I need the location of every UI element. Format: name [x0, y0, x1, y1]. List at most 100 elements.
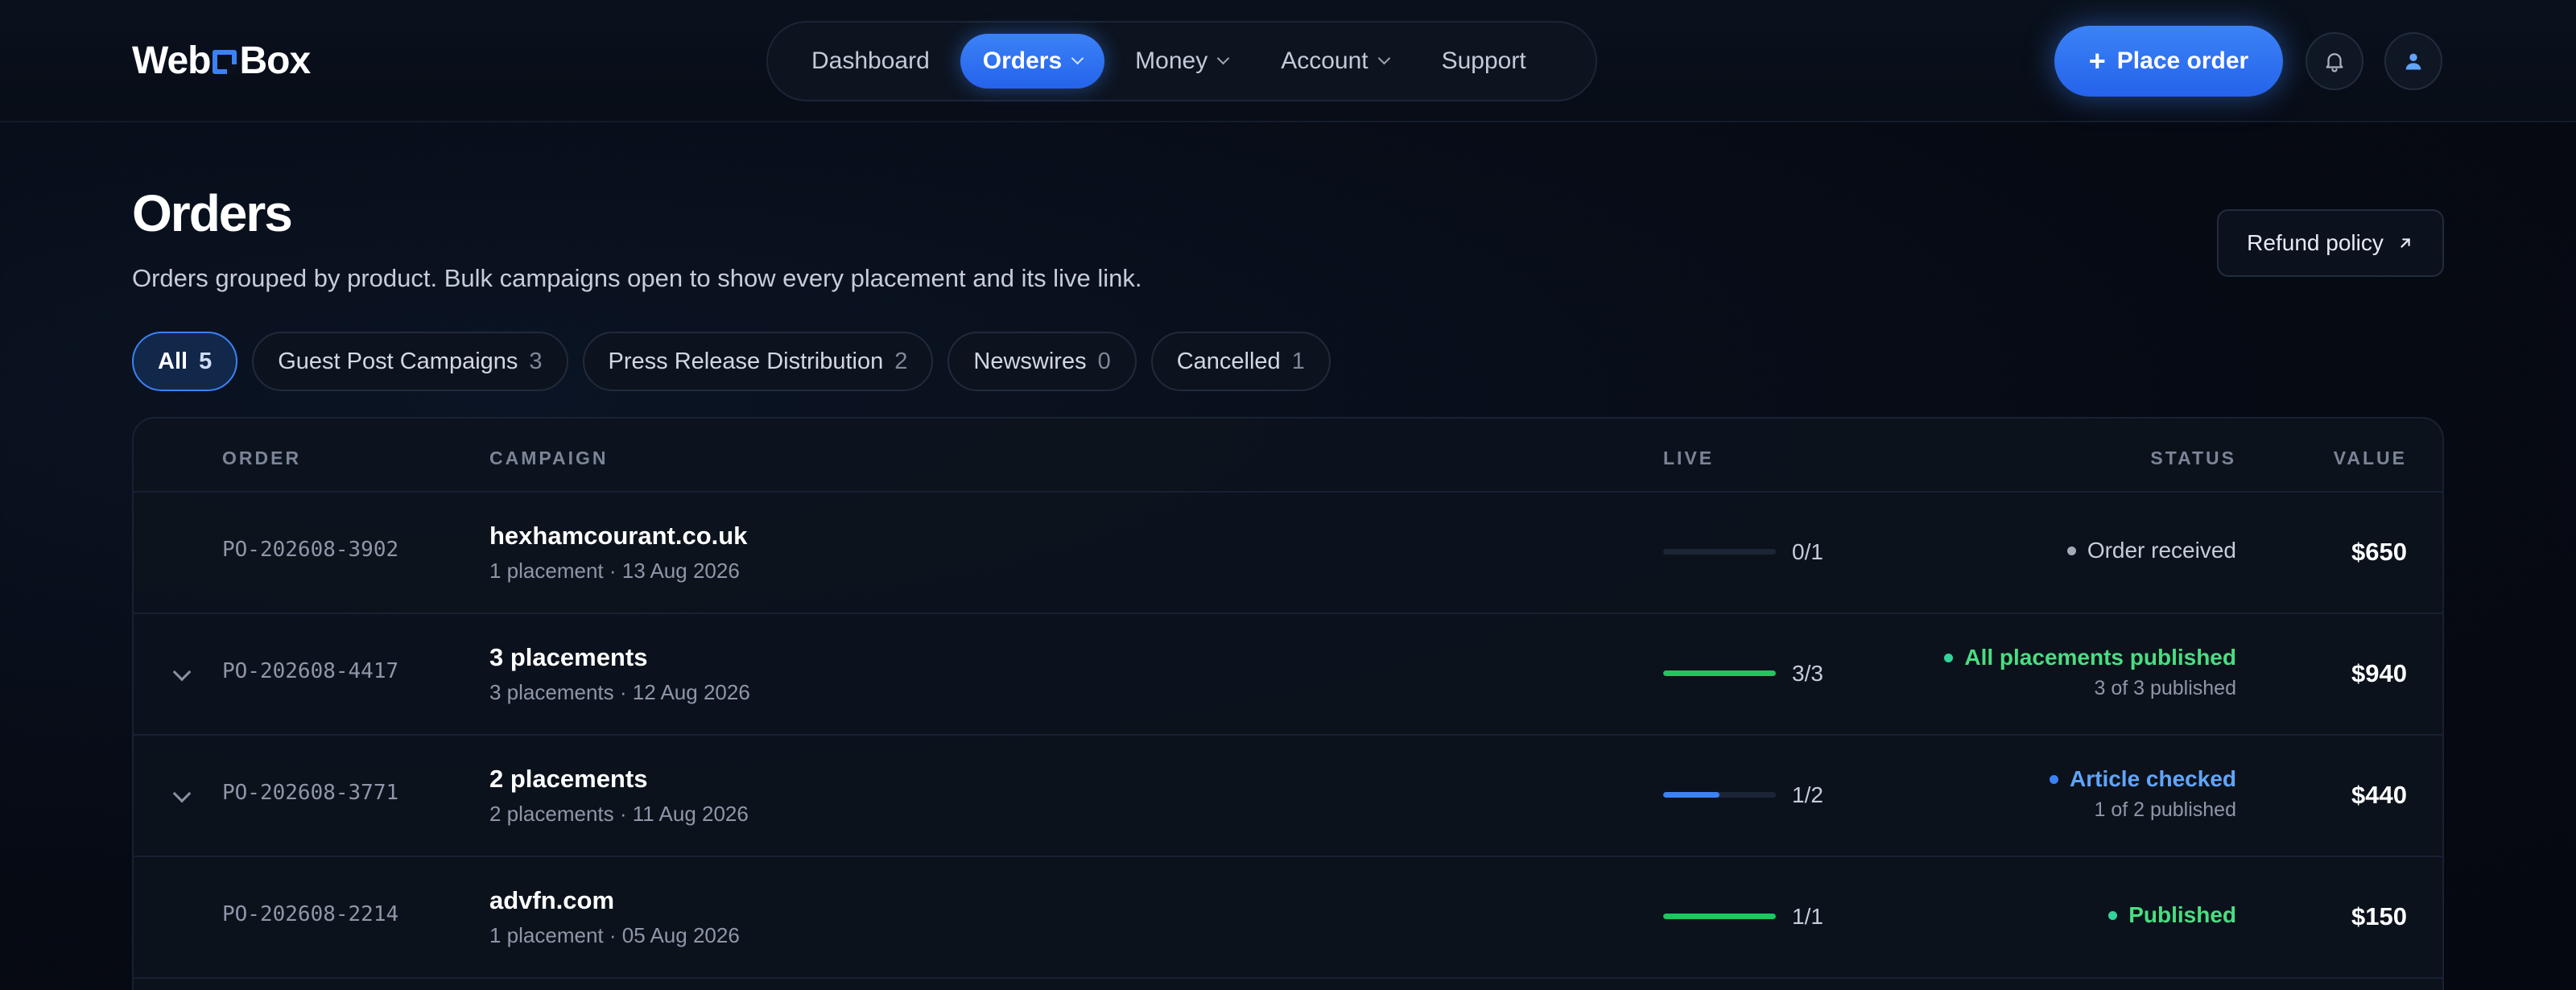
filter-newswires[interactable]: Newswires 0: [947, 332, 1137, 391]
order-id: PO-202608-3771: [222, 781, 399, 805]
status-dot-icon: [2108, 910, 2118, 920]
orders-table: ORDER CAMPAIGN LIVE STATUS VALUE PO-2026…: [132, 417, 2444, 990]
table-row[interactable]: PO-202608-3771 2 placements 2 placements ·…: [134, 736, 2442, 857]
filter-cancelled[interactable]: Cancelled 1: [1150, 332, 1331, 391]
filter-count: 0: [1097, 348, 1111, 374]
user-icon: [2405, 53, 2421, 70]
campaign-subtitle: 1 placement · 05 Aug 2026: [489, 923, 740, 947]
chevron-down-icon: [1377, 52, 1390, 64]
live-progress-fill: [1663, 670, 1776, 676]
status-dot-icon: [2050, 774, 2058, 784]
main-nav: Dashboard Orders Money Account Support: [766, 21, 1597, 101]
status-detail: 1 of 2 published: [2094, 798, 2236, 821]
campaign-title[interactable]: advfn.com: [489, 886, 614, 915]
nav-account[interactable]: Account: [1258, 34, 1410, 89]
page-title: Orders: [132, 184, 293, 242]
order-id: PO-202608-2214: [222, 902, 399, 926]
status-cell: Article checked 1 of 2 published: [2050, 766, 2236, 822]
status-dot-icon: [1944, 653, 1954, 662]
live-count: 0/1: [1792, 539, 1823, 564]
column-header-order: ORDER: [222, 448, 302, 468]
chevron-down-icon[interactable]: [172, 662, 192, 682]
table-row[interactable]: PO-202608-2214 advfn.com 1 placement · 05 …: [134, 857, 2442, 979]
order-value: $650: [2351, 538, 2407, 566]
refund-policy-label: Refund policy: [2247, 230, 2384, 255]
live-progress-bar: [1663, 670, 1776, 676]
filter-guest-post-campaigns[interactable]: Guest Post Campaigns 3: [252, 332, 568, 391]
filter-label: Guest Post Campaigns: [278, 348, 518, 374]
filter-label: Press Release Distribution: [608, 348, 884, 374]
nav-label: Money: [1135, 47, 1208, 74]
table-body: PO-202608-3902 hexhamcourant.co.uk 1 place…: [134, 493, 2442, 979]
refund-policy-button[interactable]: Refund policy: [2217, 209, 2444, 277]
filter-count: 3: [529, 348, 543, 374]
status-cell: Order received: [2066, 538, 2236, 563]
live-count: 1/1: [1792, 904, 1823, 929]
table-row[interactable]: PO-202608-4417 3 placements 3 placements ·…: [134, 614, 2442, 736]
place-order-button[interactable]: + Place order: [2054, 26, 2283, 97]
top-bar: Web Box Dashboard Orders Money Account S…: [0, 0, 2576, 122]
column-header-live: LIVE: [1663, 448, 1715, 468]
filter-label: Cancelled: [1176, 348, 1281, 374]
table-header: ORDER CAMPAIGN LIVE STATUS VALUE: [134, 419, 2442, 493]
logo-mark-icon: [213, 49, 237, 74]
order-id: PO-202608-3902: [222, 538, 399, 562]
nav-label: Account: [1281, 47, 1368, 74]
bell-icon: [2326, 53, 2343, 72]
column-header-value: VALUE: [2333, 448, 2407, 468]
live-progress-bar: [1663, 792, 1776, 798]
filter-count: 5: [199, 348, 213, 374]
brand-name-right: Box: [239, 39, 311, 82]
order-id: PO-202608-4417: [222, 659, 399, 683]
filter-label: All: [158, 348, 188, 374]
live-progress-bar: [1663, 914, 1776, 919]
campaign-title[interactable]: hexhamcourant.co.uk: [489, 522, 747, 551]
chevron-down-icon[interactable]: [172, 784, 192, 803]
nav-dashboard[interactable]: Dashboard: [789, 34, 952, 89]
filter-press-release-distribution[interactable]: Press Release Distribution 2: [582, 332, 934, 391]
brand-name-left: Web: [132, 39, 211, 82]
live-progress-bar: [1663, 549, 1776, 555]
status-label: All placements published: [1964, 645, 2236, 670]
live-progress-fill: [1663, 792, 1719, 798]
nav-orders[interactable]: Orders: [960, 34, 1105, 89]
nav-money[interactable]: Money: [1113, 34, 1250, 89]
live-progress-fill: [1663, 914, 1776, 919]
order-value: $150: [2351, 902, 2407, 930]
campaign-title[interactable]: 2 placements: [489, 765, 647, 794]
nav-support[interactable]: Support: [1419, 34, 1549, 89]
filter-count: 2: [894, 348, 908, 374]
live-count: 3/3: [1792, 661, 1823, 686]
filter-tabs: All 5 Guest Post Campaigns 3 Press Release…: [132, 332, 1331, 391]
filter-count: 1: [1291, 348, 1305, 374]
order-value: $940: [2351, 659, 2407, 687]
plus-icon: +: [2088, 44, 2106, 77]
status-label: Published: [2128, 902, 2236, 927]
nav-label: Orders: [982, 47, 1063, 74]
column-header-campaign: CAMPAIGN: [489, 448, 609, 468]
nav-label: Support: [1441, 47, 1526, 74]
brand-logo[interactable]: Web Box: [132, 39, 311, 83]
status-detail: 3 of 3 published: [2094, 677, 2236, 699]
campaign-subtitle: 1 placement · 13 Aug 2026: [489, 559, 740, 583]
chevron-down-icon: [1216, 52, 1230, 64]
page-subtitle: Orders grouped by product. Bulk campaign…: [132, 264, 1142, 292]
status-label: Article checked: [2070, 766, 2236, 791]
status-cell: Published: [2108, 902, 2236, 928]
nav-label: Dashboard: [811, 47, 930, 74]
filter-label: Newswires: [973, 348, 1087, 374]
status-dot-icon: [2066, 546, 2076, 555]
order-value: $440: [2351, 781, 2407, 809]
column-header-status: STATUS: [2150, 448, 2236, 468]
place-order-label: Place order: [2116, 47, 2249, 74]
live-count: 1/2: [1792, 782, 1823, 807]
campaign-title[interactable]: 3 placements: [489, 643, 647, 672]
notifications-button[interactable]: [2306, 32, 2363, 90]
status-label: Order received: [2087, 538, 2236, 563]
campaign-subtitle: 3 placements · 12 Aug 2026: [489, 680, 750, 704]
external-arrow-icon: [2401, 238, 2410, 248]
filter-all[interactable]: All 5: [132, 332, 238, 391]
chevron-down-icon: [1071, 52, 1084, 64]
table-row[interactable]: PO-202608-3902 hexhamcourant.co.uk 1 place…: [134, 493, 2442, 614]
user-menu-button[interactable]: [2384, 32, 2442, 90]
